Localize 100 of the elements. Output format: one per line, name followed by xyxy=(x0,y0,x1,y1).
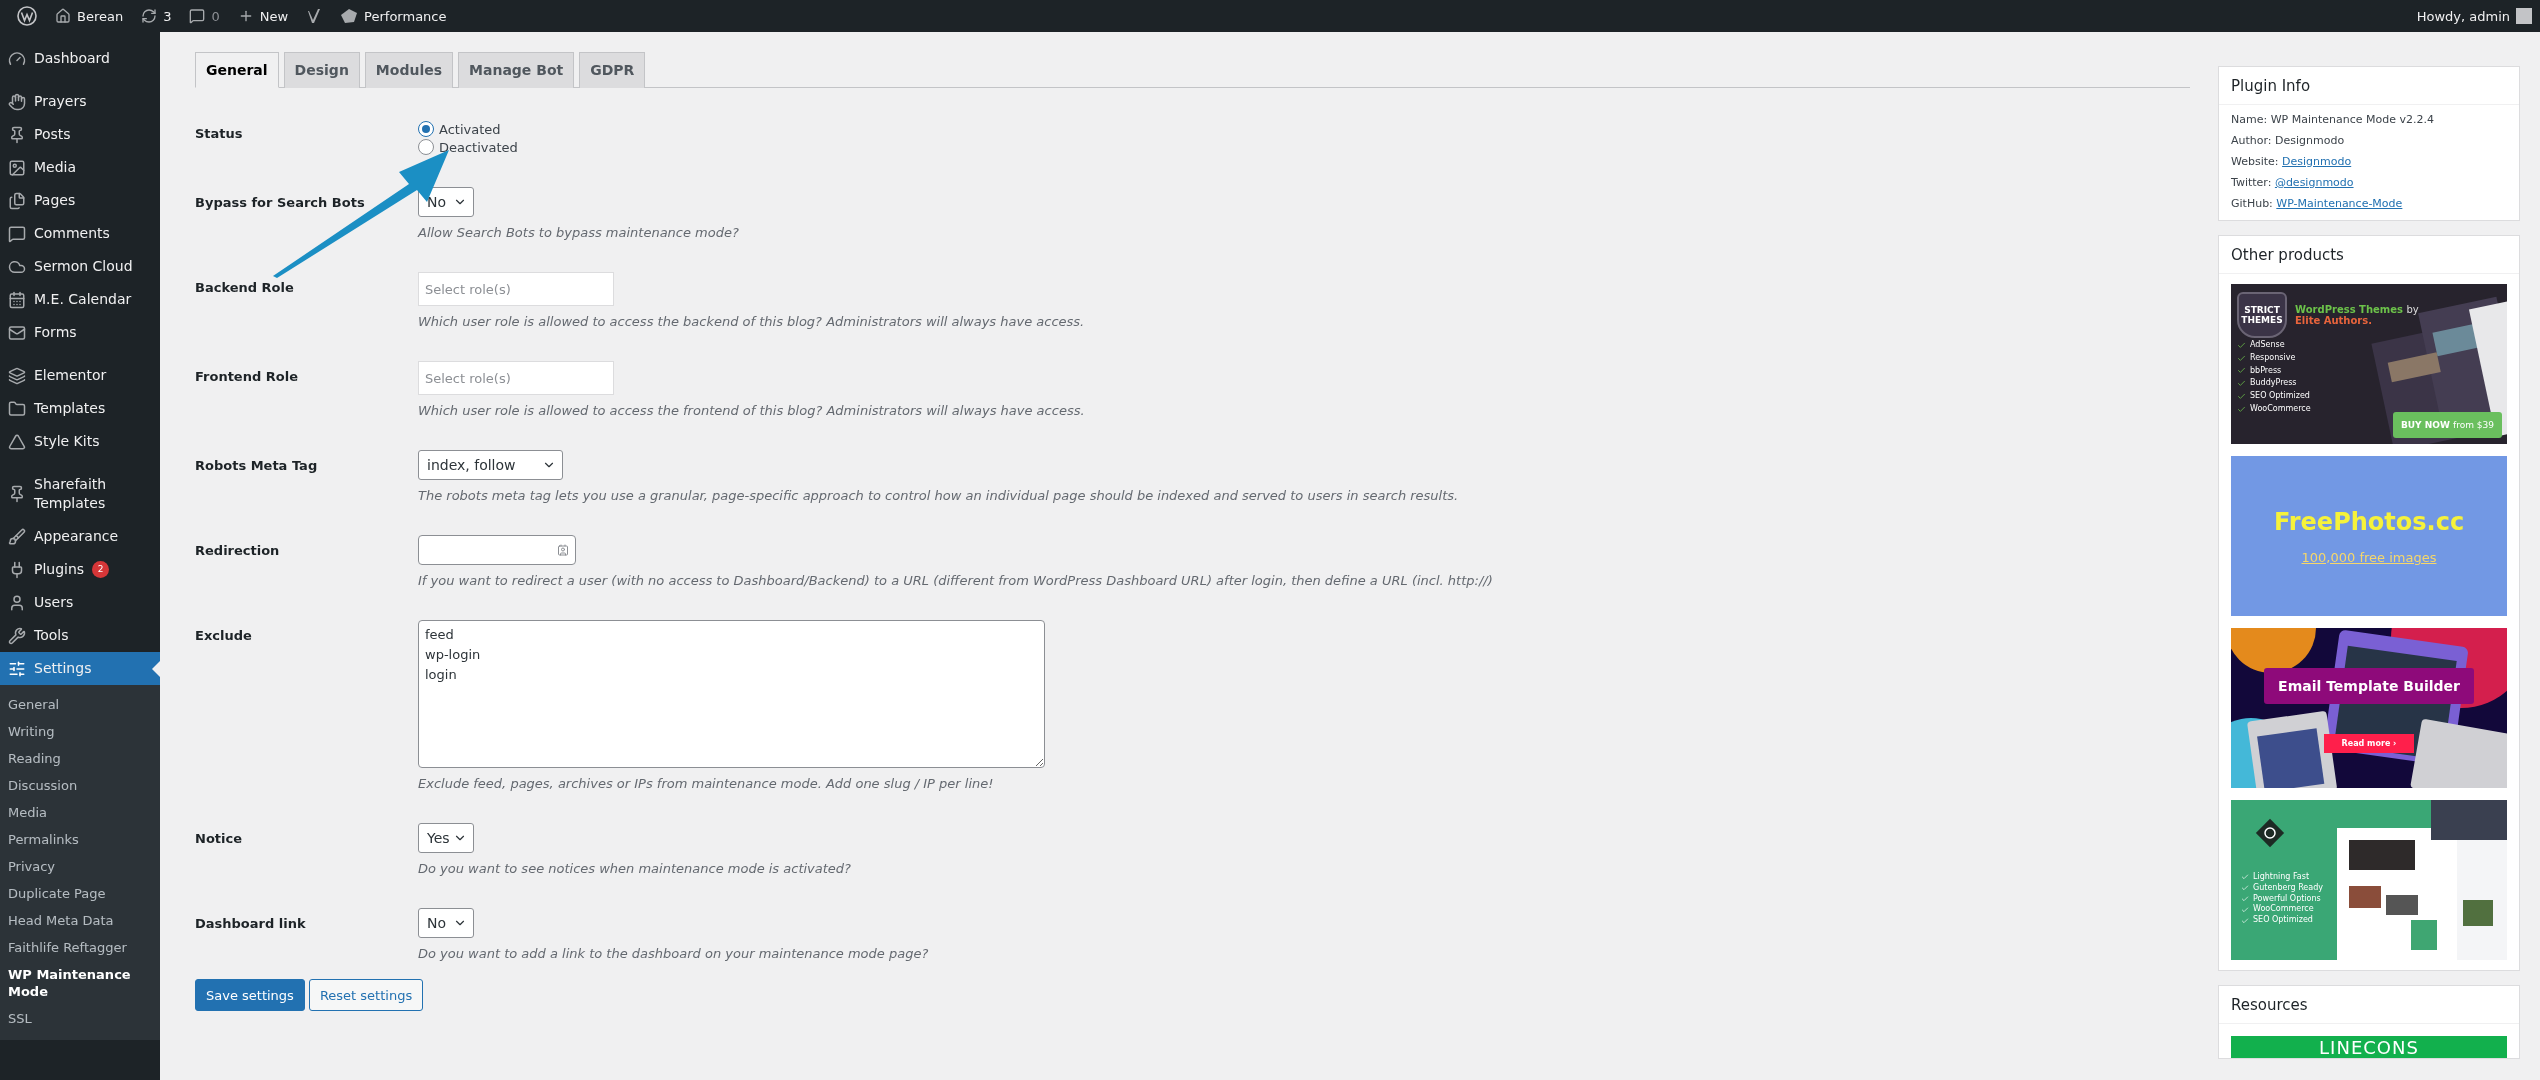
pages-icon xyxy=(8,191,26,210)
contact-card-icon xyxy=(557,544,569,556)
menu-item[interactable]: Plugins 2 xyxy=(0,553,160,586)
admin-bar-item[interactable]: 3 xyxy=(132,0,181,32)
help-text: Exclude feed, pages, archives or IPs from maintenance mode. Add one slug / IP per line! xyxy=(418,776,994,791)
submenu-item[interactable]: Permalinks xyxy=(0,826,160,853)
admin-bar-item[interactable]: New xyxy=(228,0,298,32)
field-label: Exclude xyxy=(195,627,253,645)
info-row-text: Twitter: @designmodo xyxy=(2231,176,2355,189)
menu-item[interactable]: Settings xyxy=(0,652,160,685)
dropdown[interactable]: index, follow xyxy=(418,450,563,480)
role-select-field[interactable]: Select role(s) xyxy=(418,361,614,395)
settings-icon xyxy=(8,659,26,678)
panel-title: Resources xyxy=(2219,986,2519,1024)
feature-item: Gutenberg Ready xyxy=(2241,882,2323,894)
tab[interactable]: General xyxy=(195,52,279,88)
calendar-icon xyxy=(8,290,26,309)
menu-item[interactable]: Tools xyxy=(0,619,160,652)
themes-ad-banner[interactable]: STRICT THEMES WordPress Themes by Elite Authors. AdSense Responsive bbPress BuddyPress SEO Optimized WooCommerce BUY NOW from $39 xyxy=(2231,284,2507,444)
submenu-item[interactable]: Reading xyxy=(0,745,160,772)
ad-subtitle: Elite Authors. xyxy=(2295,315,2374,326)
refresh-icon xyxy=(141,8,158,24)
dropdown[interactable]: Yes xyxy=(418,823,474,853)
wordpress-logo-icon[interactable] xyxy=(17,6,37,26)
submenu-item[interactable]: Faithlife Reftagger xyxy=(0,934,160,961)
tab[interactable]: Manage Bot xyxy=(458,52,575,88)
save-button[interactable]: Save settings xyxy=(195,979,305,1011)
menu-item[interactable]: Templates xyxy=(0,392,160,425)
radio-option[interactable]: Deactivated xyxy=(418,139,518,155)
radio-button[interactable] xyxy=(418,139,434,155)
menu-item[interactable]: Users xyxy=(0,586,160,619)
admin-bar-item[interactable]: 0 xyxy=(180,0,229,32)
menu-item[interactable]: Dashboard xyxy=(0,42,160,75)
exclude-textarea[interactable]: feed wp-login login xyxy=(418,620,1045,768)
info-row-text: Author: Designmodo xyxy=(2231,134,2346,147)
ad-headline: FreePhotos.cc xyxy=(2273,507,2465,536)
dropdown[interactable]: No xyxy=(418,187,474,217)
submenu-item[interactable]: Head Meta Data xyxy=(0,907,160,934)
feature-item: AdSense xyxy=(2237,340,2419,351)
wrench-icon xyxy=(8,626,26,645)
menu-item[interactable]: M.E. Calendar xyxy=(0,283,160,316)
menu-item[interactable]: Elementor xyxy=(0,359,160,392)
panel-title: Other products xyxy=(2219,236,2519,274)
menu-item[interactable]: Appearance xyxy=(0,520,160,553)
field-label: Status xyxy=(195,125,244,143)
menu-item[interactable]: Pages xyxy=(0,184,160,217)
field-label: Frontend Role xyxy=(195,368,299,386)
media-icon xyxy=(8,158,26,177)
menu-item[interactable]: Sharefaith Templates xyxy=(0,468,160,520)
feature-item: BuddyPress xyxy=(2237,378,2419,390)
feature-item: Responsive xyxy=(2237,352,2419,364)
menu-item[interactable]: Forms xyxy=(0,316,160,349)
email-ad-banner[interactable]: Email Template Builder Read more › xyxy=(2231,628,2507,788)
menu-item[interactable]: Style Kits xyxy=(0,425,160,458)
dashboard-icon xyxy=(8,49,26,68)
mail-icon xyxy=(8,323,26,342)
admin-bar-item[interactable]: Berean xyxy=(46,0,133,32)
submenu-item[interactable]: Privacy xyxy=(0,853,160,880)
feature-item: SEO Optimized xyxy=(2237,391,2419,402)
tab[interactable]: Modules xyxy=(364,52,454,88)
comment-icon xyxy=(189,8,206,24)
user-icon xyxy=(8,593,26,612)
reset-button[interactable]: Reset settings xyxy=(308,979,424,1011)
ad-headline: Email Template Builder xyxy=(2264,668,2474,704)
radio-option[interactable]: Activated xyxy=(418,121,518,137)
role-select-field[interactable]: Select role(s) xyxy=(418,272,614,306)
menu-item[interactable]: Prayers xyxy=(0,85,160,118)
submenu-item[interactable]: SSL xyxy=(0,1005,160,1032)
menu-item[interactable]: Media xyxy=(0,151,160,184)
info-link[interactable]: @designmodo xyxy=(2274,176,2354,189)
help-text: The robots meta tag lets you use a granular, page-specific approach to control how an individual page should be indexed and served to users in search results. xyxy=(418,488,1459,503)
menu-item[interactable]: Sermon Cloud xyxy=(0,250,160,283)
info-row-text: Name: WP Maintenance Mode v2.2.4 xyxy=(2231,113,2435,126)
submenu-item[interactable]: Duplicate Page xyxy=(0,880,160,907)
read-more-button[interactable]: Read more › xyxy=(2323,734,2415,753)
account-menu[interactable]: Howdy, admin xyxy=(2416,8,2532,24)
submenu-item[interactable]: Media xyxy=(0,799,160,826)
brush-icon xyxy=(8,527,26,546)
pin-icon xyxy=(8,485,26,503)
tab[interactable]: Design xyxy=(283,52,360,88)
field-label: Bypass for Search Bots xyxy=(195,194,366,212)
info-link[interactable]: WP-Maintenance-Mode xyxy=(2276,197,2403,210)
admin-bar-item[interactable]: Performance xyxy=(331,0,456,32)
submenu-item[interactable]: General xyxy=(0,691,160,718)
submenu-item[interactable]: Writing xyxy=(0,718,160,745)
submenu-item[interactable]: Discussion xyxy=(0,772,160,799)
info-link[interactable]: Designmodo xyxy=(2282,155,2352,168)
menu-item[interactable]: Posts xyxy=(0,118,160,151)
menu-item[interactable]: Comments xyxy=(0,217,160,250)
elementor-icon xyxy=(8,366,26,385)
submenu-item[interactable]: WP Maintenance Mode xyxy=(0,961,160,1005)
info-row-text: Website: Designmodo xyxy=(2231,155,2353,168)
dropdown[interactable]: No xyxy=(418,908,474,938)
field-label: Redirection xyxy=(195,542,281,560)
tab[interactable]: GDPR xyxy=(579,52,646,88)
comment-icon xyxy=(8,224,26,243)
radio-button[interactable] xyxy=(418,121,434,137)
pin-icon xyxy=(8,125,26,144)
count-badge: 2 xyxy=(92,561,110,578)
url-input-field[interactable] xyxy=(418,535,576,565)
